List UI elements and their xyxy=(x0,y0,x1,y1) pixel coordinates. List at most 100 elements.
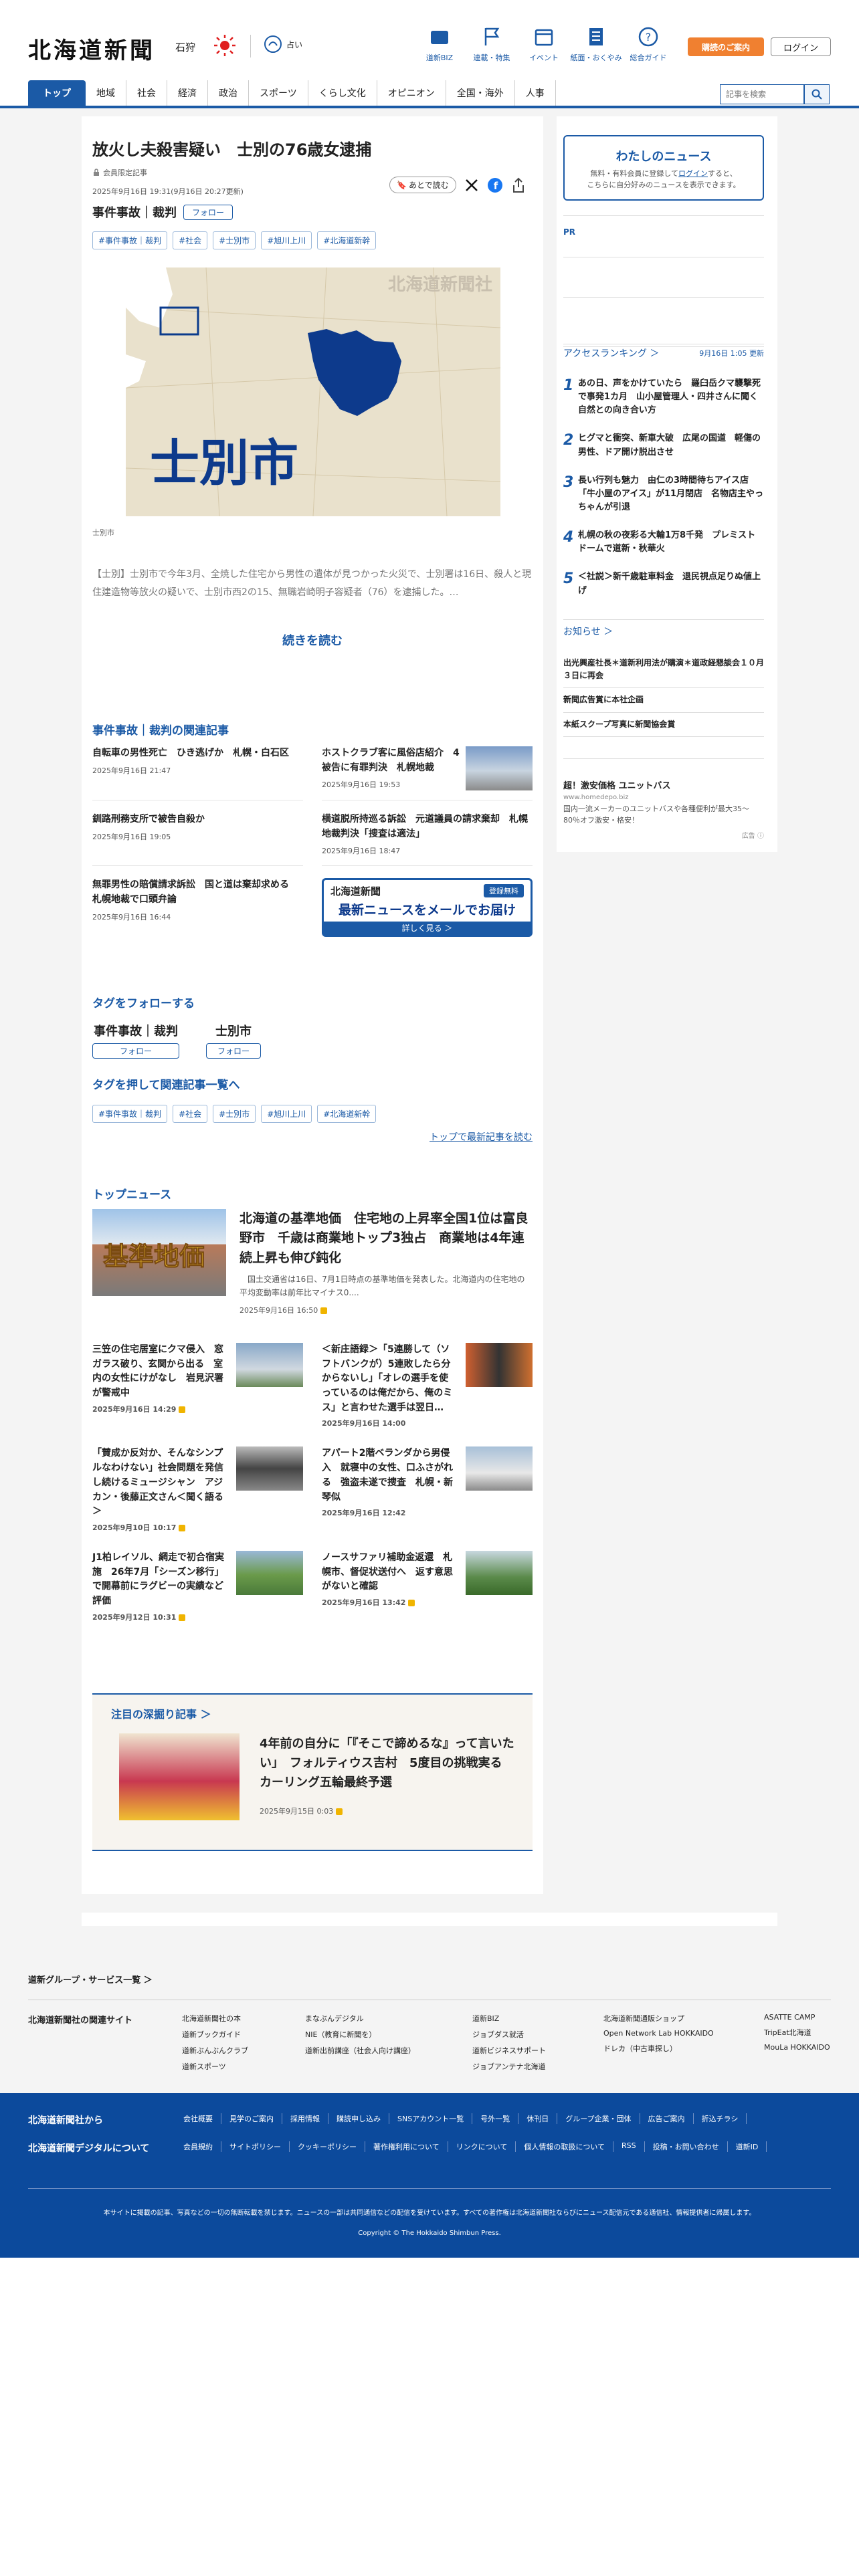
footer-link[interactable]: RSS xyxy=(613,2141,645,2152)
footer-link[interactable]: SNSアカウント一覧 xyxy=(389,2113,473,2124)
nav-series[interactable]: 連載・特集 xyxy=(466,25,518,63)
nav-doshin-biz[interactable]: 道新BIZ xyxy=(413,25,466,63)
footer-link[interactable]: 採用情報 xyxy=(282,2113,328,2124)
footer-link[interactable]: 著作権利用について xyxy=(365,2141,448,2152)
ranking-item[interactable]: 1 あの日、声をかけていたら 羅臼岳クマ襲撃死で事発1カ月 山小屋管理人・四井さん… xyxy=(563,377,764,417)
footer-link[interactable]: 購読申し込み xyxy=(328,2113,389,2124)
related-site-link[interactable]: NIE（教育に新聞を） xyxy=(305,2029,472,2040)
deep-dive-title[interactable]: 4年前の自分に「『そこで諦めるな』って言いたい」 フォルティウス吉村 5度目の挑… xyxy=(260,1735,520,1792)
x-share-icon[interactable] xyxy=(464,178,479,193)
related-site-link[interactable]: 道新ぶんぶんクラブ xyxy=(182,2045,305,2056)
sun-weather-icon[interactable] xyxy=(213,33,237,58)
notice-item[interactable]: 本紙スクープ写真に新聞協会賞 xyxy=(563,713,764,737)
footer-link[interactable]: 道新ID xyxy=(728,2141,767,2152)
footer-link[interactable]: 投稿・お問い合わせ xyxy=(645,2141,728,2152)
tag-link[interactable]: #事件事故｜裁判 xyxy=(92,1105,168,1123)
related-item[interactable]: 自転車の男性死亡 ひき逃げか 札幌・白石区 2025年9月16日 21:47 xyxy=(92,746,303,800)
deep-dive-thumbnail[interactable] xyxy=(119,1733,240,1820)
nav-events[interactable]: イベント xyxy=(518,25,570,63)
fortune-link[interactable]: 占い xyxy=(264,35,302,53)
related-site-link[interactable]: ASATTE CAMP xyxy=(764,2013,858,2022)
nav-paper[interactable]: 紙面・おくやみ xyxy=(570,25,622,63)
footer-link[interactable]: 会社概要 xyxy=(175,2113,221,2124)
footer-link[interactable]: 広告ご案内 xyxy=(640,2113,694,2124)
tag-link[interactable]: #旭川上川 xyxy=(261,1105,312,1123)
read-more-link[interactable]: 続きを読む xyxy=(92,631,533,649)
site-logo[interactable]: 北海道新聞 xyxy=(28,32,155,65)
related-site-link[interactable]: MouLa HOKKAIDO xyxy=(764,2043,858,2052)
ranking-item[interactable]: 2 ヒグマと衝突、新車大破 広尾の国道 軽傷の男性、ドア開け脱出させ xyxy=(563,432,764,459)
related-item[interactable]: ホストクラブ客に風俗店紹介 4被告に有罪判決 札幌地裁 2025年9月16日 19… xyxy=(322,746,533,800)
ranking-heading[interactable]: アクセスランキング ＞ xyxy=(563,346,659,360)
notice-item[interactable]: 新聞広告賞に本社企画 xyxy=(563,688,764,713)
footer-link[interactable]: 折込チラシ xyxy=(694,2113,747,2124)
tab-1[interactable]: 地域 xyxy=(86,80,126,106)
search-button[interactable] xyxy=(804,84,830,104)
share-icon[interactable] xyxy=(511,177,526,193)
tag-link[interactable]: #旭川上川 xyxy=(261,231,312,249)
tag-link[interactable]: #士別市 xyxy=(213,1105,256,1123)
related-site-link[interactable]: Open Network Lab HOKKAIDO xyxy=(603,2029,764,2038)
footer-link[interactable]: クッキーポリシー xyxy=(290,2141,365,2152)
footer-link[interactable]: 休刊日 xyxy=(518,2113,558,2124)
related-site-link[interactable]: 北海道新聞社の本 xyxy=(182,2013,305,2024)
tag-link[interactable]: #事件事故｜裁判 xyxy=(92,231,168,249)
footer-link[interactable]: 個人情報の取扱について xyxy=(516,2141,614,2152)
tab-2[interactable]: 社会 xyxy=(126,80,167,106)
top-news-lead[interactable]: 基準地価 北海道の基準地価 住宅地の上昇率全国1位は富良野市 千歳は商業地トップ… xyxy=(92,1209,533,1315)
tag-link[interactable]: #社会 xyxy=(173,1105,208,1123)
notice-heading[interactable]: お知らせ ＞ xyxy=(563,625,613,638)
notice-item[interactable]: 出光興産社長＊道新利用法が購演＊道政経懇談会１０月３日に再会 xyxy=(563,651,764,689)
related-item[interactable]: 釧路刑務支所で被告自殺か 2025年9月16日 19:05 xyxy=(92,813,303,867)
related-site-link[interactable]: ジョブダス就活 xyxy=(472,2029,603,2040)
read-later-button[interactable]: 🔖 あとで読む xyxy=(389,177,456,193)
region-selector[interactable]: 石狩 xyxy=(175,40,195,54)
ranking-item[interactable]: 5 ＜社説＞新千歳駐車料金 退民視点足りぬ値上げ xyxy=(563,570,764,597)
related-site-link[interactable]: ジョブアンテナ北海道 xyxy=(472,2061,603,2072)
tag-link[interactable]: #社会 xyxy=(173,231,208,249)
news-item[interactable]: J1柏レイソル、網走で初合宿実施 26年7月「シーズン移行」で開幕前にラグビーの… xyxy=(92,1550,303,1623)
related-item[interactable]: 無罪男性の賠償請求訴訟 国と道は棄却求める 札幌地裁で口頭弁論 2025年9月16… xyxy=(92,878,303,931)
footer-link[interactable]: 会員規約 xyxy=(175,2141,221,2152)
subscribe-button[interactable]: 購読のご案内 xyxy=(688,37,764,56)
ranking-item[interactable]: 3 長い行列も魅力 由仁の3時間待ちアイス店「牛小屋のアイス」が11月閉店 名物店… xyxy=(563,474,764,514)
footer-link[interactable]: 号外一覧 xyxy=(472,2113,519,2124)
related-site-link[interactable]: 道新ビジネスサポート xyxy=(472,2045,603,2056)
related-site-link[interactable]: 道新BIZ xyxy=(472,2013,603,2024)
news-item[interactable]: 三笠の住宅居室にクマ侵入 窓ガラス破り、玄関から出る 室内の女性にけがなし 岩見… xyxy=(92,1343,303,1429)
top-latest-link[interactable]: トップで最新記事を読む xyxy=(92,1130,533,1144)
follow-button[interactable]: フォロー xyxy=(92,1043,180,1059)
news-item[interactable]: ＜新庄語録＞「5連勝して（ソフトバンクが）5連敗したら分からないし」「オレの選手… xyxy=(322,1343,533,1429)
tab-5[interactable]: スポーツ xyxy=(249,80,308,106)
footer-link[interactable]: グループ企業・団体 xyxy=(557,2113,640,2124)
facebook-share-icon[interactable]: f xyxy=(487,177,503,193)
sidebar-ad[interactable]: 超！激安価格 ユニットバス www.homedepo.biz 国内一流メーカーの… xyxy=(563,778,764,840)
tab-7[interactable]: オピニオン xyxy=(377,80,446,106)
tab-3[interactable]: 経済 xyxy=(167,80,208,106)
tag-link[interactable]: #北海道新幹 xyxy=(317,231,377,249)
related-site-link[interactable]: 道新ブックガイド xyxy=(182,2029,305,2040)
search-input[interactable] xyxy=(720,84,804,104)
nav-guide[interactable]: ? 総合ガイド xyxy=(622,25,674,63)
related-site-link[interactable]: 北海道新聞通販ショップ xyxy=(603,2013,764,2024)
follow-button[interactable]: フォロー xyxy=(206,1043,262,1059)
news-item[interactable]: アパート2階ベランダから男侵入 就寝中の女性、口ふさがれる 強盗未遂で捜査 札幌… xyxy=(322,1446,533,1533)
related-site-link[interactable]: 道新スポーツ xyxy=(182,2061,305,2072)
tab-8[interactable]: 全国・海外 xyxy=(446,80,515,106)
related-site-link[interactable]: まなぶんデジタル xyxy=(305,2013,472,2024)
newsletter-banner[interactable]: 北海道新聞 登録無料 最新ニュースをメールでお届け 詳しく見る ＞ xyxy=(322,878,533,938)
tag-link[interactable]: #北海道新幹 xyxy=(317,1105,377,1123)
related-site-link[interactable]: TripEat北海道 xyxy=(764,2027,858,2038)
related-site-link[interactable]: 道新出前講座（社会人向け講座） xyxy=(305,2045,472,2056)
footer-link[interactable]: リンクについて xyxy=(448,2141,516,2152)
deep-dive-heading[interactable]: 注目の深掘り記事 ＞ xyxy=(111,1705,211,1721)
follow-button[interactable]: フォロー xyxy=(183,204,233,220)
footer-link[interactable]: 見学のご案内 xyxy=(221,2113,282,2124)
footer-link[interactable]: サイトポリシー xyxy=(221,2141,290,2152)
login-button[interactable]: ログイン xyxy=(771,37,831,56)
news-item[interactable]: ノースサファリ補助金返還 札幌市、督促状送付へ 返す意思がないと確認 2025年9… xyxy=(322,1550,533,1623)
tab-6[interactable]: くらし文化 xyxy=(308,80,377,106)
news-item[interactable]: 「賛成か反対か、そんなシンプルなわけない」社会問題を発信し続けるミュージシャン … xyxy=(92,1446,303,1533)
my-news-login-link[interactable]: ログイン xyxy=(678,169,708,178)
ranking-item[interactable]: 4 札幌の秋の夜彩る大輪1万8千発 プレミストドームで道新・秋華火 xyxy=(563,529,764,556)
